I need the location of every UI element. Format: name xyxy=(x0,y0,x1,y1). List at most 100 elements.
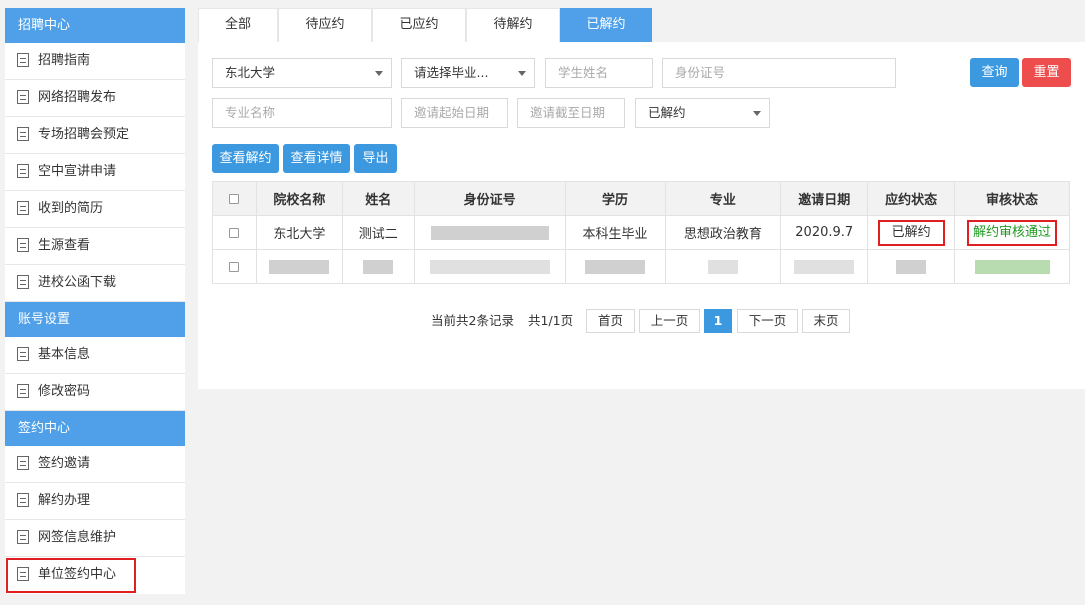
sidebar-item-esign-maintenance[interactable]: 网签信息维护 xyxy=(5,520,185,557)
audit-status-badge: 解约审核通过 xyxy=(967,219,1058,246)
sidebar-item-label: 收到的简历 xyxy=(38,201,104,216)
sidebar-item-online-recruit-publish[interactable]: 网络招聘发布 xyxy=(5,80,185,117)
document-icon xyxy=(17,455,29,470)
document-icon xyxy=(17,274,29,289)
cell-school: 东北大学 xyxy=(255,215,343,250)
cell-status: 已解约 xyxy=(867,215,956,250)
sidebar-item-label: 单位签约中心 xyxy=(38,567,117,582)
redacted-text xyxy=(363,259,394,274)
col-header-education: 学历 xyxy=(564,181,666,216)
tab-pending-cancel[interactable]: 待解约 xyxy=(466,8,560,42)
cell-redacted xyxy=(255,249,343,284)
document-icon xyxy=(17,126,29,141)
row-checkbox[interactable] xyxy=(229,227,240,238)
col-header-status: 应约状态 xyxy=(867,181,956,216)
redacted-text xyxy=(269,259,330,274)
redacted-id-number xyxy=(430,225,549,240)
next-page-button[interactable]: 下一页 xyxy=(737,309,798,333)
view-cancel-button[interactable]: 查看解约 xyxy=(212,144,279,173)
tab-cancelled[interactable]: 已解约 xyxy=(560,8,652,42)
col-header-id-number: 身份证号 xyxy=(413,181,566,216)
start-date-input[interactable]: 邀请起始日期 xyxy=(401,98,508,128)
end-date-input[interactable]: 邀请截至日期 xyxy=(517,98,625,128)
chevron-down-icon xyxy=(375,71,383,76)
sidebar-item-label: 解约办理 xyxy=(38,493,91,508)
pagination: 当前共2条记录 共1/1页 首页 上一页 1 下一页 末页 xyxy=(198,309,1085,333)
redacted-text xyxy=(707,259,738,274)
prev-page-button[interactable]: 上一页 xyxy=(639,309,700,333)
document-icon xyxy=(17,529,29,544)
export-button[interactable]: 导出 xyxy=(354,144,397,173)
sidebar-item-campus-letter-download[interactable]: 进校公函下载 xyxy=(5,265,185,302)
row-select-cell[interactable] xyxy=(212,215,257,250)
view-detail-button[interactable]: 查看详情 xyxy=(283,144,350,173)
tab-pending-accept[interactable]: 待应约 xyxy=(278,8,372,42)
graduate-type-select[interactable]: 请选择毕业... xyxy=(401,58,535,88)
query-button[interactable]: 查询 xyxy=(970,58,1019,87)
sidebar-item-label: 招聘指南 xyxy=(38,53,91,68)
document-icon xyxy=(17,237,29,252)
sidebar-item-label: 网签信息维护 xyxy=(38,530,117,545)
section-contract-header: 签约中心 xyxy=(5,411,185,446)
sidebar-item-label: 签约邀请 xyxy=(38,456,91,471)
current-page-button[interactable]: 1 xyxy=(704,309,732,333)
document-icon xyxy=(17,200,29,215)
sidebar-item-label: 空中宣讲申请 xyxy=(38,164,117,179)
sidebar-item-online-presentation[interactable]: 空中宣讲申请 xyxy=(5,154,185,191)
redacted-text xyxy=(585,259,646,274)
row-select-cell[interactable] xyxy=(212,249,257,284)
table-row[interactable] xyxy=(212,249,1070,284)
status-badge: 已解约 xyxy=(877,219,945,246)
redacted-text xyxy=(794,259,855,274)
document-icon xyxy=(17,383,29,398)
cell-redacted xyxy=(413,249,566,284)
row-checkbox[interactable] xyxy=(229,261,240,272)
student-name-input[interactable]: 学生姓名 xyxy=(545,58,653,88)
major-input[interactable]: 专业名称 xyxy=(212,98,392,128)
sidebar-item-cancel-handling[interactable]: 解约办理 xyxy=(5,483,185,520)
status-select-value: 已解约 xyxy=(648,105,686,120)
graduate-type-value: 请选择毕业... xyxy=(414,65,489,80)
col-header-major: 专业 xyxy=(664,181,782,216)
record-count: 当前共2条记录 xyxy=(431,313,514,328)
last-page-button[interactable]: 末页 xyxy=(802,309,850,333)
sidebar-item-student-source[interactable]: 生源查看 xyxy=(5,228,185,265)
select-all-cell[interactable] xyxy=(212,181,257,216)
section-recruit-header: 招聘中心 xyxy=(5,8,185,43)
first-page-button[interactable]: 首页 xyxy=(586,309,635,333)
cell-redacted xyxy=(664,249,782,284)
sidebar-item-job-fair-booking[interactable]: 专场招聘会预定 xyxy=(5,117,185,154)
id-number-input[interactable]: 身份证号 xyxy=(662,58,896,88)
document-icon xyxy=(17,89,29,104)
results-table: 院校名称 姓名 身份证号 学历 专业 邀请日期 应约状态 审核状态 东北大学 测… xyxy=(212,181,1070,284)
reset-button[interactable]: 重置 xyxy=(1022,58,1071,87)
sidebar-item-basic-info[interactable]: 基本信息 xyxy=(5,337,185,374)
tab-accepted[interactable]: 已应约 xyxy=(372,8,466,42)
sidebar-item-change-password[interactable]: 修改密码 xyxy=(5,374,185,411)
document-icon xyxy=(17,492,29,507)
tab-all[interactable]: 全部 xyxy=(198,8,278,42)
table-header-row: 院校名称 姓名 身份证号 学历 专业 邀请日期 应约状态 审核状态 xyxy=(212,181,1070,216)
table-row[interactable]: 东北大学 测试二 本科生毕业 思想政治教育 2020.9.7 已解约 解约审核通… xyxy=(212,215,1070,250)
cell-invite-date: 2020.9.7 xyxy=(780,215,869,250)
chevron-down-icon xyxy=(753,111,761,116)
sidebar-item-contract-invite[interactable]: 签约邀请 xyxy=(5,446,185,483)
sidebar-item-label: 基本信息 xyxy=(38,347,91,362)
sidebar-item-received-resumes[interactable]: 收到的简历 xyxy=(5,191,185,228)
cell-education: 本科生毕业 xyxy=(564,215,666,250)
document-icon xyxy=(17,566,29,581)
school-select[interactable]: 东北大学 xyxy=(212,58,392,88)
cell-id-number xyxy=(413,215,566,250)
cell-redacted xyxy=(341,249,415,284)
section-account-header: 账号设置 xyxy=(5,302,185,337)
redacted-text xyxy=(429,259,550,274)
cell-audit: 解约审核通过 xyxy=(954,215,1070,250)
document-icon xyxy=(17,52,29,67)
sidebar-item-recruit-guide[interactable]: 招聘指南 xyxy=(5,43,185,80)
sidebar-item-unit-contract-center[interactable]: 单位签约中心 xyxy=(5,557,137,594)
main-panel: 全部 待应约 已应约 待解约 已解约 东北大学 请选择毕业... 学生姓名 身份… xyxy=(198,8,1085,389)
document-icon xyxy=(17,163,29,178)
select-all-checkbox[interactable] xyxy=(229,193,240,204)
sidebar-item-label: 进校公函下载 xyxy=(38,275,117,290)
status-select[interactable]: 已解约 xyxy=(635,98,770,128)
